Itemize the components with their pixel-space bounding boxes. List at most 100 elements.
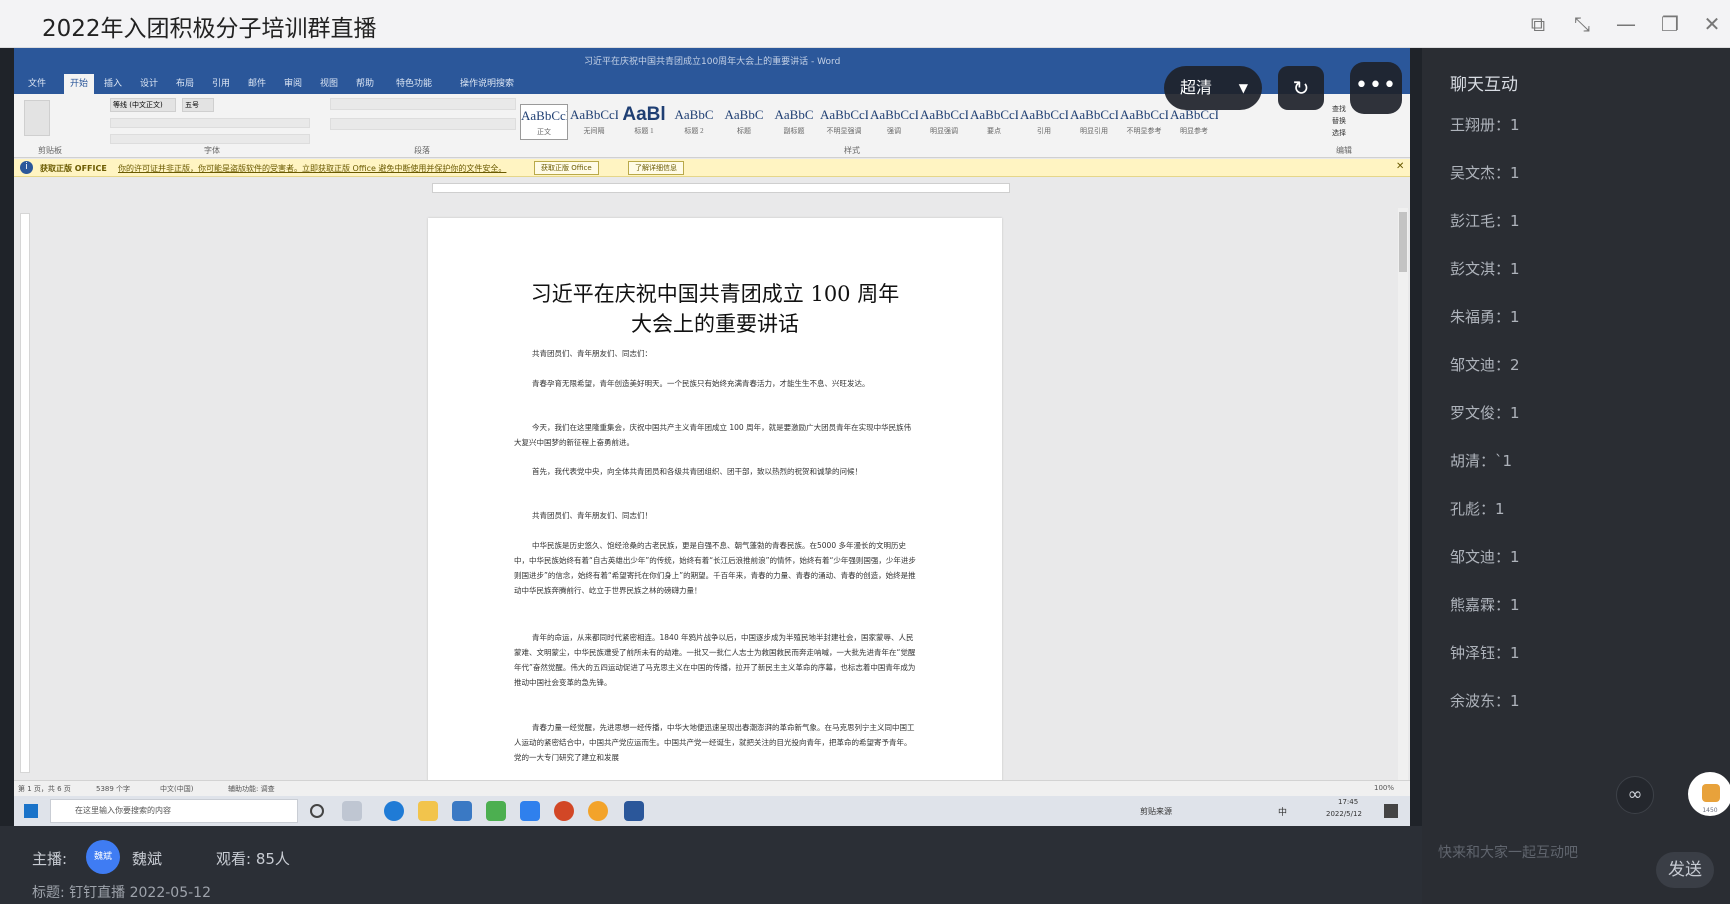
ime-indicator[interactable]: 中 xyxy=(1278,805,1287,818)
task-view-icon[interactable] xyxy=(342,801,362,821)
style-quote[interactable]: AaBbCcD引用 xyxy=(1020,104,1068,140)
close-icon[interactable]: ✕ xyxy=(1698,10,1726,38)
tab-references[interactable]: 引用 xyxy=(212,76,230,89)
style-strong[interactable]: AaBbCcD要点 xyxy=(970,104,1018,140)
host-avatar[interactable]: 魏斌 xyxy=(86,840,120,874)
restore-icon[interactable]: ❐ xyxy=(1656,10,1684,38)
tab-help[interactable]: 帮助 xyxy=(356,76,374,89)
browser-app-icon[interactable] xyxy=(588,801,608,821)
style-no-spacing[interactable]: AaBbCcD无间隔 xyxy=(570,104,618,140)
file-explorer-icon[interactable] xyxy=(418,801,438,821)
paragraph-list-buttons[interactable] xyxy=(330,98,516,110)
taskbar-date[interactable]: 2022/5/12 xyxy=(1326,810,1362,818)
style-subtitle[interactable]: AaBbC 副标题 xyxy=(770,104,818,140)
tab-design[interactable]: 设计 xyxy=(140,76,158,89)
status-language[interactable]: 中文(中国) xyxy=(160,784,193,794)
vertical-scrollbar[interactable] xyxy=(1398,208,1408,780)
edge-browser-icon[interactable] xyxy=(384,801,404,821)
group-label-clipboard: 剪贴板 xyxy=(38,146,62,155)
notification-icon[interactable] xyxy=(1384,804,1398,818)
style-subtle-reference[interactable]: AaBbCcD不明显参考 xyxy=(1120,104,1168,140)
font-format-buttons[interactable] xyxy=(110,118,310,128)
chat-message: 熊嘉霖：1 xyxy=(1450,596,1520,614)
find-button[interactable]: 查找 xyxy=(1332,104,1346,114)
media-app-icon[interactable] xyxy=(520,801,540,821)
word-app-icon[interactable] xyxy=(624,801,644,821)
chat-message: 王翔册：1 xyxy=(1450,116,1520,134)
style-emphasis[interactable]: AaBbCcD强调 xyxy=(870,104,918,140)
notice-text: 你的许可证并非正版，你可能是盗版软件的受害者。立即获取正版 Office 避免中… xyxy=(118,164,507,173)
popout-icon[interactable]: ⧉ xyxy=(1524,10,1552,38)
rotate-screen-button[interactable]: ↻ xyxy=(1278,66,1324,110)
send-button[interactable]: 发送 xyxy=(1656,852,1714,888)
paragraph: 青春孕育无限希望，青年创造美好明天。一个民族只有始终充满青春活力，才能生生不息、… xyxy=(532,379,870,388)
notice-title: 获取正版 OFFICE xyxy=(40,164,107,173)
status-accessibility[interactable]: 辅助功能: 调查 xyxy=(228,784,275,794)
document-heading-line-1: 习近平在庆祝中国共青团成立 100 周年 xyxy=(530,282,900,306)
tab-view[interactable]: 视图 xyxy=(320,76,338,89)
like-button[interactable]: 1450 xyxy=(1688,772,1730,816)
style-intense-quote[interactable]: AaBbCcD明显引用 xyxy=(1070,104,1118,140)
chat-input[interactable]: 快来和大家一起互动吧 xyxy=(1438,838,1638,868)
scrollbar-thumb[interactable] xyxy=(1399,212,1407,272)
tray-text[interactable]: 剪贴来源 xyxy=(1140,806,1172,817)
chat-message: 彭江毛：1 xyxy=(1450,212,1520,230)
get-genuine-button[interactable]: 获取正版 Office xyxy=(534,161,599,175)
stream-subject: 标题: 钉钉直播 2022-05-12 xyxy=(32,885,211,901)
wechat-app-icon[interactable] xyxy=(486,801,506,821)
style-title[interactable]: AaBbC 标题 xyxy=(720,104,768,140)
taskbar-search-input[interactable]: 在这里输入你要搜索的内容 xyxy=(50,799,298,823)
paragraph: 中华民族是历史悠久、饱经沧桑的古老民族，更是自强不息、朝气蓬勃的青春民族。在50… xyxy=(514,541,916,595)
chat-message: 孔彪：1 xyxy=(1450,500,1505,518)
link-button[interactable]: ∞ xyxy=(1616,776,1654,814)
group-label-styles: 样式 xyxy=(844,146,860,155)
host-name[interactable]: 魏斌 xyxy=(132,848,162,869)
document-heading-line-2: 大会上的重要讲话 xyxy=(631,312,799,336)
style-normal[interactable]: AaBbCcD正文 xyxy=(520,104,568,140)
tab-features[interactable]: 特色功能 xyxy=(396,76,432,89)
powerpoint-app-icon[interactable] xyxy=(554,801,574,821)
close-notice-icon[interactable]: ✕ xyxy=(1396,161,1404,172)
tab-home[interactable]: 开始 xyxy=(64,74,95,94)
style-heading-2[interactable]: AaBbC 标题 2 xyxy=(670,104,718,140)
vertical-ruler[interactable] xyxy=(20,213,30,773)
horizontal-ruler[interactable] xyxy=(432,183,1010,193)
font-size-select[interactable]: 五号 xyxy=(182,98,214,112)
taskbar-time[interactable]: 17:45 xyxy=(1338,798,1358,806)
mail-app-icon[interactable] xyxy=(452,801,472,821)
live-info-bar: 主播: 魏斌 魏斌 观看: 85人 标题: 钉钉直播 2022-05-12 xyxy=(0,826,1422,904)
tab-tell-me[interactable]: 操作说明搜索 xyxy=(460,76,514,89)
tab-layout[interactable]: 布局 xyxy=(176,76,194,89)
paragraph-align-buttons[interactable] xyxy=(330,118,516,130)
learn-more-button[interactable]: 了解详细信息 xyxy=(628,161,684,175)
window-title: 2022年入团积极分子培训群直播 xyxy=(42,16,377,42)
style-subtle-emphasis[interactable]: AaBbCcD不明显强调 xyxy=(820,104,868,140)
replace-button[interactable]: 替换 xyxy=(1332,116,1346,126)
quality-select[interactable]: 超清 ▼ xyxy=(1164,66,1262,110)
document-page[interactable]: 习近平在庆祝中国共青团成立 100 周年 大会上的重要讲话 共青团员们、青年朋友… xyxy=(428,218,1002,788)
style-intense-emphasis[interactable]: AaBbCcD明显强调 xyxy=(920,104,968,140)
style-heading-1[interactable]: AaBl 标题 1 xyxy=(620,104,668,140)
fullscreen-icon[interactable]: ⤡ xyxy=(1568,10,1596,38)
status-zoom[interactable]: 100% xyxy=(1374,784,1394,792)
status-page[interactable]: 第 1 页，共 6 页 xyxy=(18,784,71,794)
tab-mailings[interactable]: 邮件 xyxy=(248,76,266,89)
status-words[interactable]: 5389 个字 xyxy=(96,784,130,794)
windows-start-icon[interactable] xyxy=(24,804,38,818)
tab-review[interactable]: 审阅 xyxy=(284,76,302,89)
minimize-icon[interactable]: — xyxy=(1612,10,1640,38)
more-options-button[interactable]: ••• xyxy=(1350,62,1402,114)
chat-message: 胡清：`1 xyxy=(1450,452,1513,470)
select-button[interactable]: 选择 xyxy=(1332,128,1346,138)
window-title-bar: 2022年入团积极分子培训群直播 ⧉ ⤡ — ❐ ✕ xyxy=(0,0,1730,48)
paragraph: 共青团员们、青年朋友们、同志们！ xyxy=(532,511,652,520)
paste-button[interactable] xyxy=(24,100,50,136)
cortana-icon[interactable] xyxy=(310,804,324,818)
font-color-buttons[interactable] xyxy=(110,134,310,144)
paragraph: 共青团员们、青年朋友们、同志们： xyxy=(532,349,652,358)
windows-taskbar: 在这里输入你要搜索的内容 剪贴来源 中 17:45 2022/5/12 xyxy=(14,796,1410,826)
tab-insert[interactable]: 插入 xyxy=(104,76,122,89)
chat-header: 聊天互动 xyxy=(1450,75,1518,95)
font-name-select[interactable]: 等线 (中文正文) xyxy=(110,98,176,112)
tab-file[interactable]: 文件 xyxy=(28,76,46,89)
